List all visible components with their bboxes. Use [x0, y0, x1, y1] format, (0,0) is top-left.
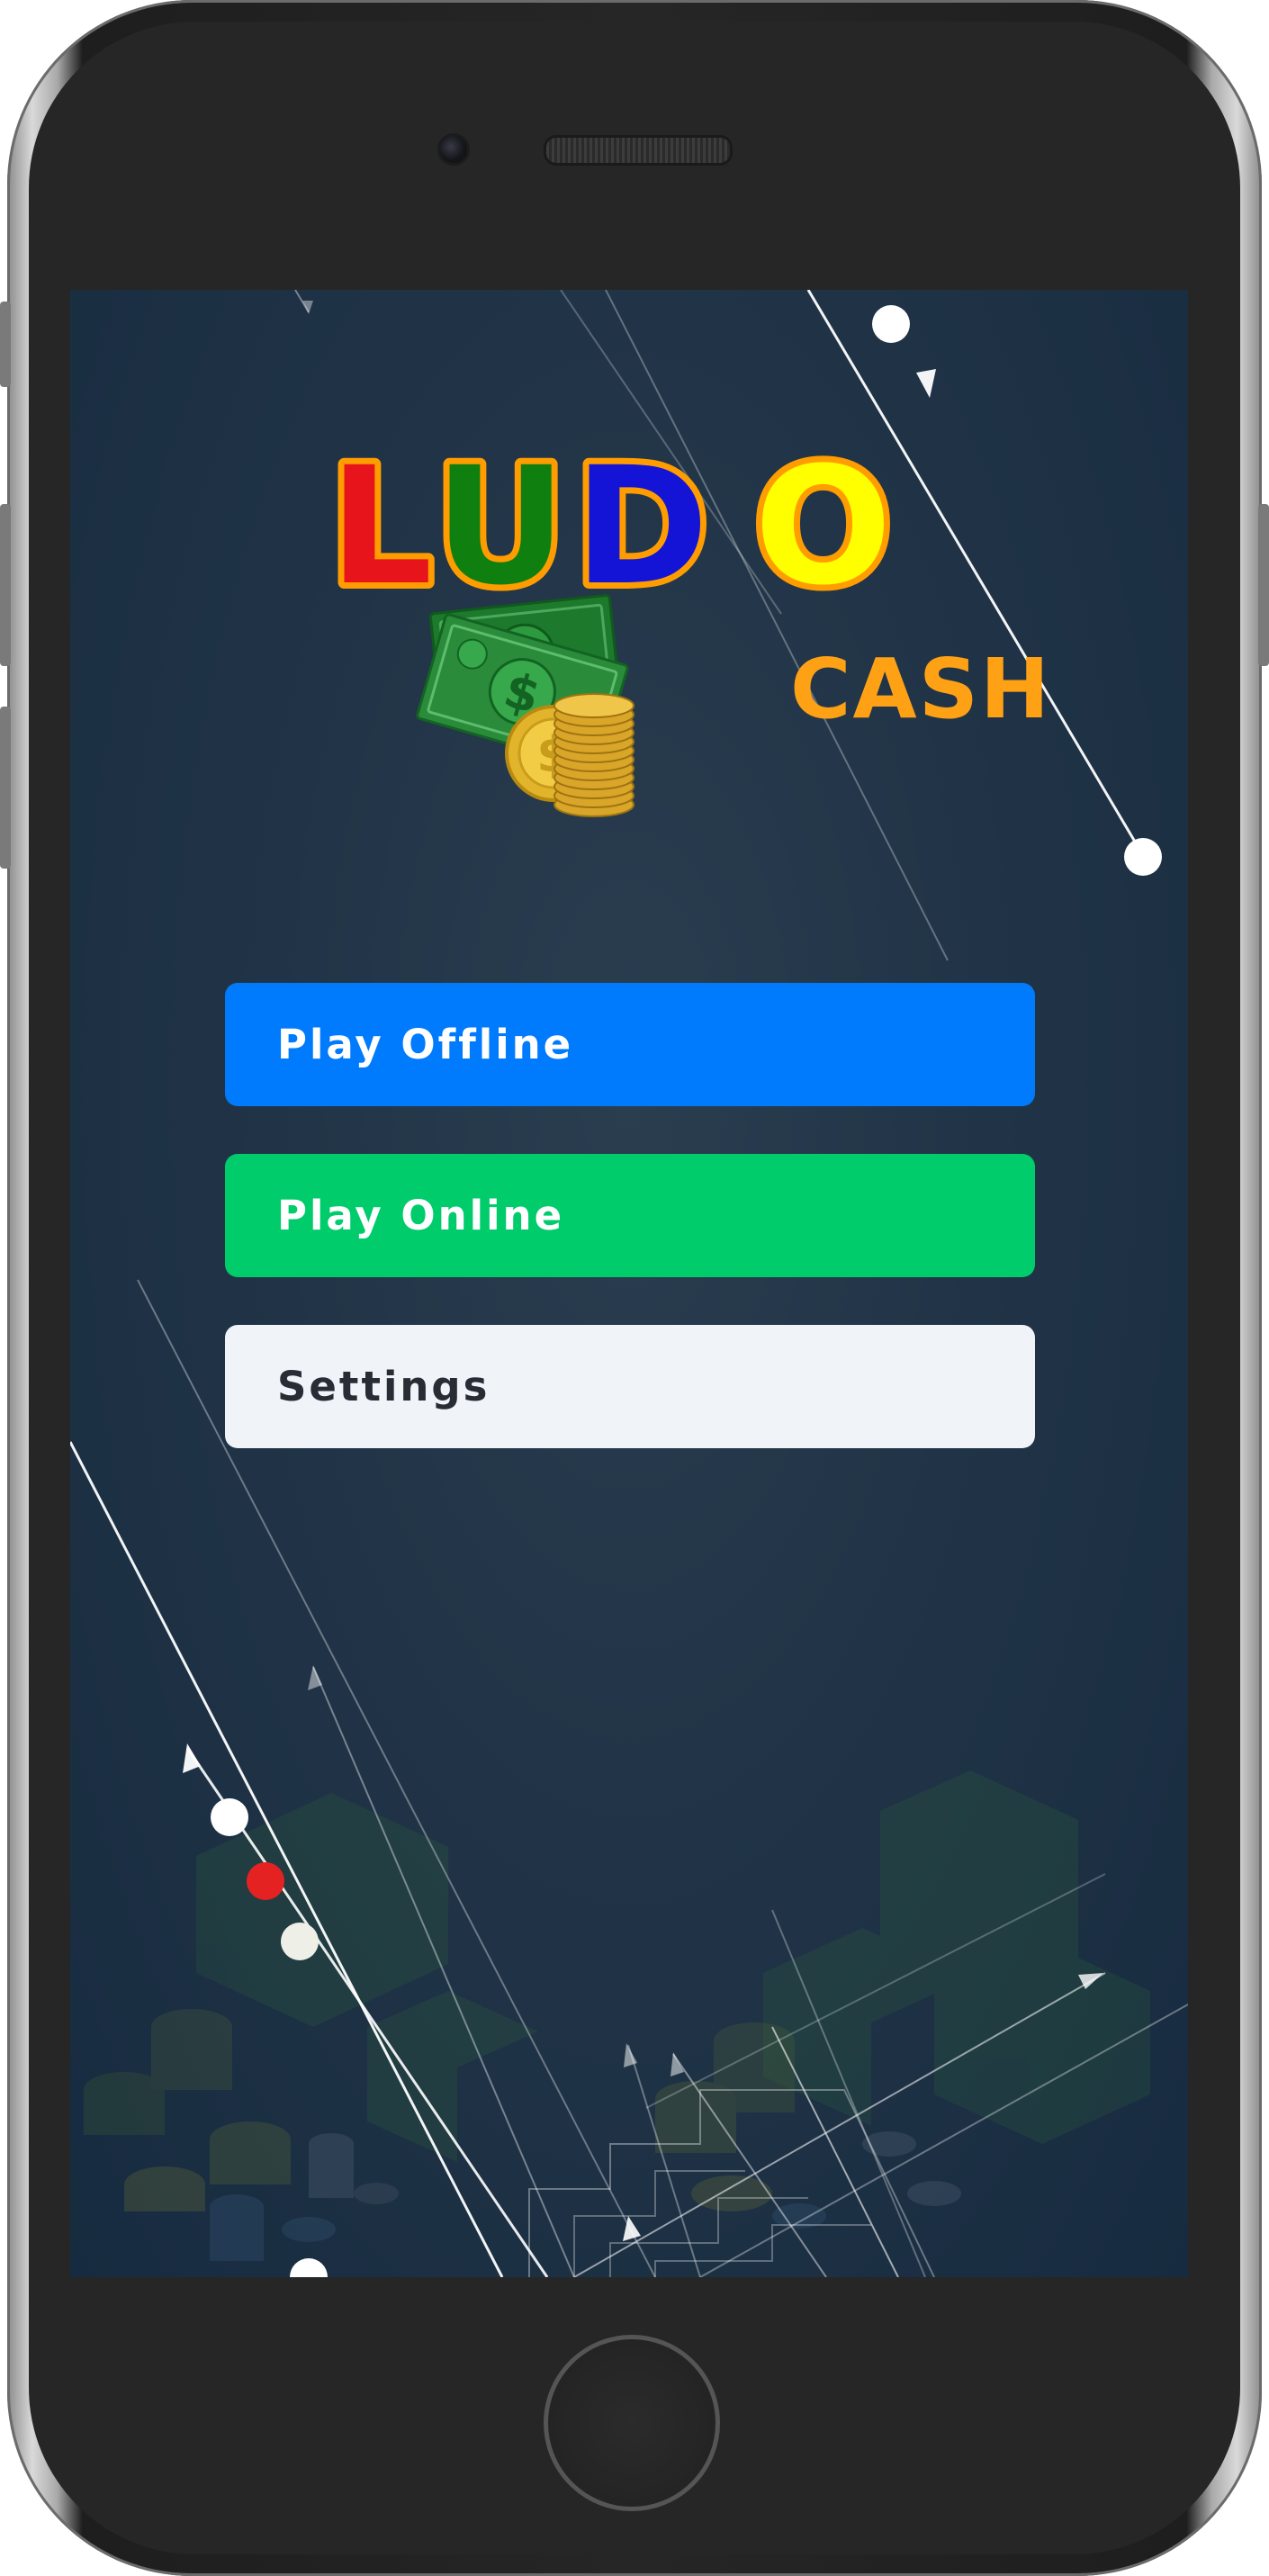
- play-offline-label: Play Offline: [277, 1021, 574, 1068]
- app-screen: L U D O CASH $ $ Play Offline Play Onlin…: [70, 290, 1188, 2277]
- volume-down-button: [0, 707, 11, 869]
- settings-button[interactable]: Settings: [225, 1325, 1035, 1448]
- play-online-button[interactable]: Play Online: [225, 1154, 1035, 1277]
- logo-letter-l: L: [329, 433, 433, 621]
- app-logo: L U D O CASH $ $: [323, 427, 1051, 817]
- speaker-icon: [544, 135, 733, 166]
- logo-letter-o: O: [754, 433, 892, 621]
- logo-letter-u: U: [435, 433, 566, 621]
- power-button: [1258, 504, 1269, 666]
- play-online-label: Play Online: [277, 1192, 565, 1239]
- volume-up-button: [0, 504, 11, 666]
- logo-letter-d: D: [574, 433, 708, 621]
- home-button[interactable]: [544, 2335, 720, 2511]
- settings-label: Settings: [277, 1363, 490, 1410]
- mute-switch: [0, 302, 11, 387]
- camera-icon: [437, 133, 470, 166]
- play-offline-button[interactable]: Play Offline: [225, 983, 1035, 1106]
- accent-dot: [247, 1862, 284, 1900]
- logo-subword: CASH: [790, 641, 1051, 737]
